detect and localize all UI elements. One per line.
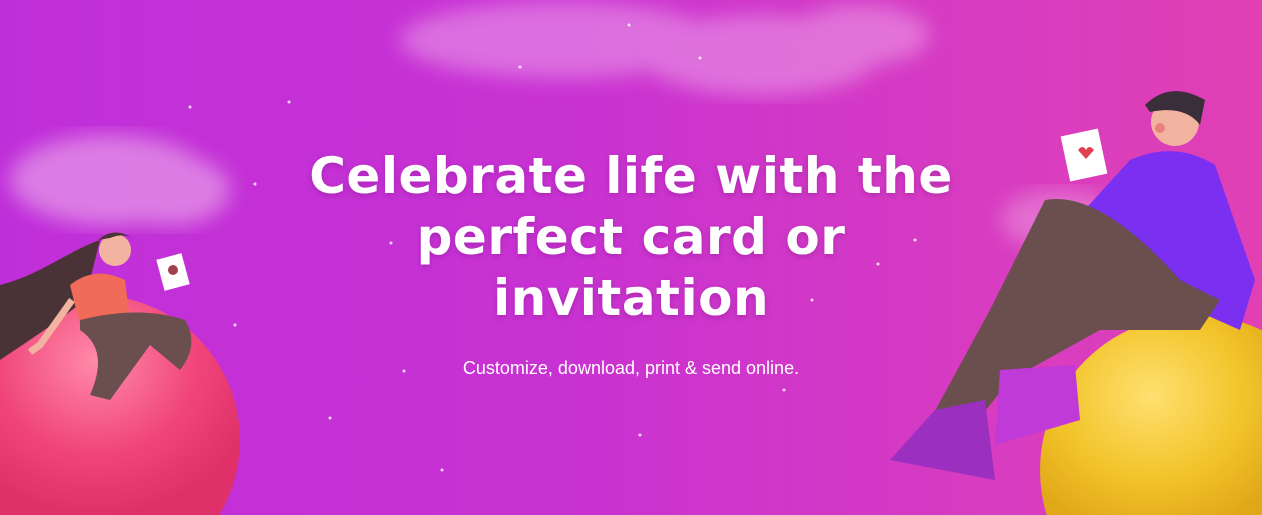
cloud-left [10, 135, 230, 225]
hero-headline: Celebrate life with the perfect card or … [309, 147, 953, 327]
hero-banner: Celebrate life with the perfect card or … [0, 0, 1262, 515]
cloud-top [400, 2, 930, 95]
hero-subtitle: Customize, download, print & send online… [462, 358, 800, 378]
